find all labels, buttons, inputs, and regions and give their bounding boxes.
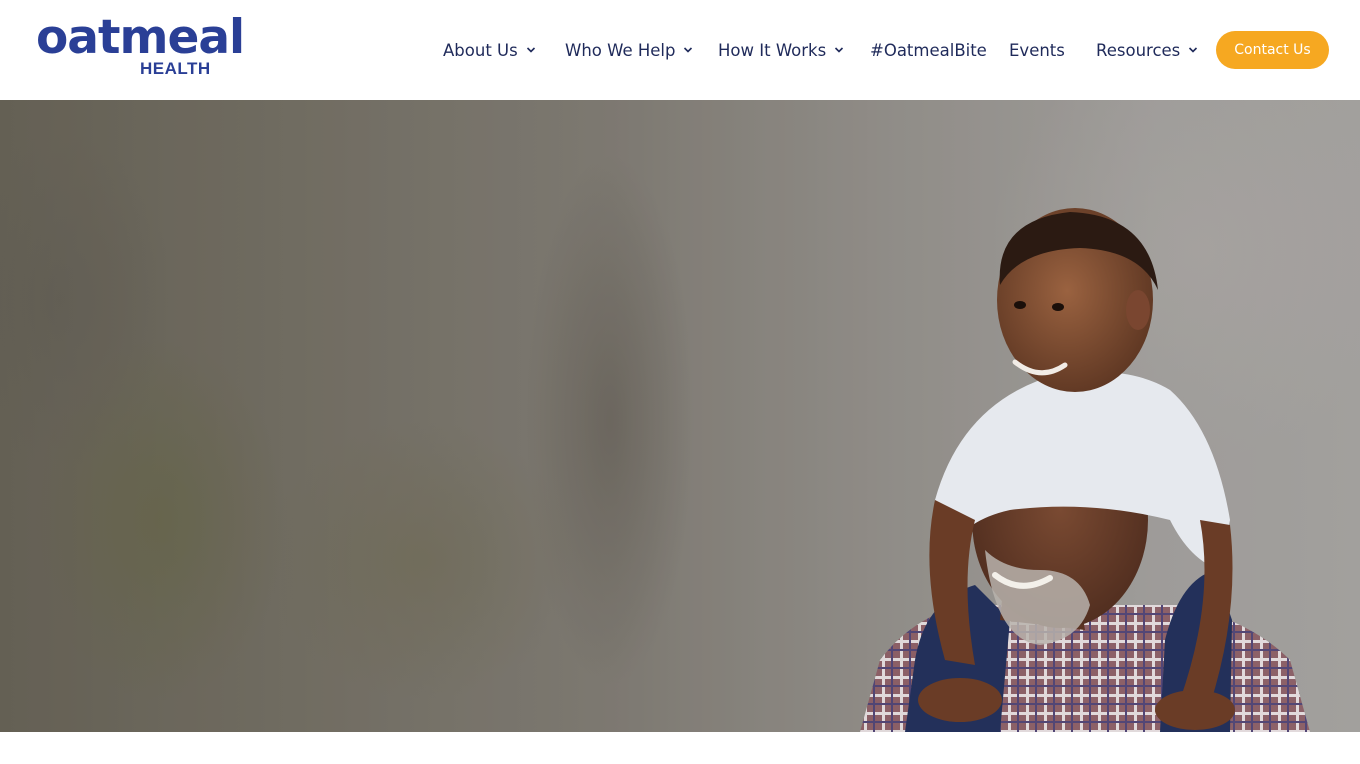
chevron-down-icon	[683, 45, 693, 55]
nav-item-label: Events	[1009, 40, 1065, 60]
nav-item-label: #OatmealBite	[870, 40, 987, 60]
chevron-down-icon	[834, 45, 844, 55]
nav-item-label: Resources	[1096, 40, 1181, 60]
chevron-down-icon	[1188, 45, 1198, 55]
main-nav: About Us Who We Help How It Works #Oatme…	[0, 0, 1360, 100]
nav-item-how-it-works[interactable]: How It Works	[718, 38, 844, 62]
nav-item-resources[interactable]: Resources	[1096, 38, 1198, 62]
hero-photo	[860, 208, 1310, 732]
site-header: oatmeal HEALTH About Us Who We Help How …	[0, 0, 1360, 100]
nav-item-label: About Us	[443, 40, 518, 60]
nav-item-about-us[interactable]: About Us	[443, 38, 536, 62]
nav-item-oatmealbite[interactable]: #OatmealBite	[870, 38, 987, 62]
contact-us-button[interactable]: Contact Us	[1216, 31, 1329, 69]
nav-item-who-we-help[interactable]: Who We Help	[565, 38, 693, 62]
nav-item-label: Who We Help	[565, 40, 676, 60]
chevron-down-icon	[526, 45, 536, 55]
nav-item-label: How It Works	[718, 40, 827, 60]
nav-item-events[interactable]: Events	[1009, 38, 1065, 62]
hero-banner	[0, 100, 1360, 732]
